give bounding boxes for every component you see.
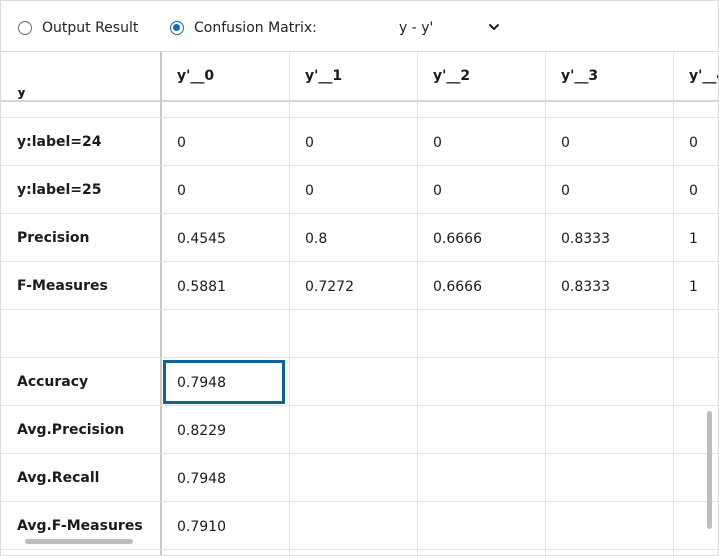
row-divider — [1, 213, 718, 214]
table-cell[interactable]: 1 — [689, 231, 698, 247]
table-cell[interactable]: 0 — [561, 183, 570, 199]
column-divider — [673, 52, 674, 555]
row-label: Accuracy — [17, 374, 89, 390]
row-divider — [1, 165, 718, 166]
row-divider — [1, 453, 718, 454]
table-cell[interactable]: 0 — [689, 135, 698, 151]
table-cell[interactable]: 0.8333 — [561, 279, 610, 295]
row-label: y:label=24 — [17, 134, 102, 150]
column-divider — [417, 52, 418, 555]
row-label: Precision — [17, 230, 90, 246]
column-divider — [289, 52, 290, 555]
confusion-matrix-radio[interactable] — [170, 21, 184, 35]
row-divider — [1, 357, 718, 358]
table-cell[interactable]: 0 — [177, 183, 186, 199]
matrix-axis-dropdown[interactable]: y - y' — [387, 15, 507, 41]
output-result-option[interactable]: Output Result — [18, 18, 138, 38]
table-cell[interactable]: 0.7272 — [305, 279, 354, 295]
table-cell[interactable]: 0.7948 — [177, 471, 226, 487]
header-divider — [1, 100, 718, 102]
table-cell[interactable]: 1 — [689, 279, 698, 295]
column-header[interactable]: y'__4 — [689, 68, 718, 84]
table-cell[interactable]: 0 — [433, 183, 442, 199]
row-label: Avg.F-Measures — [17, 518, 143, 534]
output-result-label: Output Result — [42, 20, 139, 36]
row-label: Avg.Recall — [17, 470, 100, 486]
vertical-scrollbar-thumb[interactable] — [707, 411, 712, 529]
column-header[interactable]: y'__3 — [561, 68, 598, 84]
table-cell[interactable]: 0.6666 — [433, 231, 482, 247]
horizontal-scrollbar-thumb[interactable] — [25, 539, 133, 544]
toolbar: Output Result Confusion Matrix: y - y' — [1, 1, 718, 52]
table-cell[interactable]: 0 — [689, 183, 698, 199]
chevron-down-icon[interactable] — [487, 20, 501, 34]
output-result-radio[interactable] — [18, 21, 32, 35]
table-cell[interactable]: 0 — [561, 135, 570, 151]
confusion-matrix-panel: Output Result Confusion Matrix: y - y' y… — [0, 0, 719, 556]
table-cell[interactable]: 0.4545 — [177, 231, 226, 247]
selected-cell-outline[interactable] — [163, 360, 285, 404]
row-divider — [1, 117, 718, 118]
row-divider — [1, 549, 718, 550]
table-cell[interactable]: 0.5881 — [177, 279, 226, 295]
table-cell[interactable]: 0 — [177, 135, 186, 151]
column-header[interactable]: y'__0 — [177, 68, 214, 84]
confusion-matrix-option[interactable]: Confusion Matrix: — [170, 18, 317, 38]
row-label: Avg.Precision — [17, 422, 125, 438]
column-header[interactable]: y'__2 — [433, 68, 470, 84]
column-divider — [160, 52, 162, 555]
table-cell[interactable]: 0.6666 — [433, 279, 482, 295]
table-cell[interactable]: 0.8 — [305, 231, 327, 247]
row-divider — [1, 405, 718, 406]
table-cell[interactable]: 0 — [305, 135, 314, 151]
dropdown-selected-value: y - y' — [399, 20, 434, 36]
table-cell[interactable]: 0 — [433, 135, 442, 151]
row-divider — [1, 309, 718, 310]
row-label: F-Measures — [17, 278, 108, 294]
row-label: y:label=25 — [17, 182, 102, 198]
confusion-matrix-grid: y'__0 y'__1 y'__2 y'__3 y'__4 y y:label=… — [1, 52, 718, 555]
table-cell[interactable]: 0.8229 — [177, 423, 226, 439]
row-divider — [1, 261, 718, 262]
table-cell[interactable]: 0.7910 — [177, 519, 226, 535]
table-cell[interactable]: 0.8333 — [561, 231, 610, 247]
row-divider — [1, 501, 718, 502]
column-header-row: y'__0 y'__1 y'__2 y'__3 y'__4 — [1, 52, 718, 100]
column-divider — [545, 52, 546, 555]
column-header[interactable]: y'__1 — [305, 68, 342, 84]
confusion-matrix-label: Confusion Matrix: — [194, 20, 317, 36]
partial-row-label: y — [17, 90, 27, 100]
table-cell[interactable]: 0 — [305, 183, 314, 199]
